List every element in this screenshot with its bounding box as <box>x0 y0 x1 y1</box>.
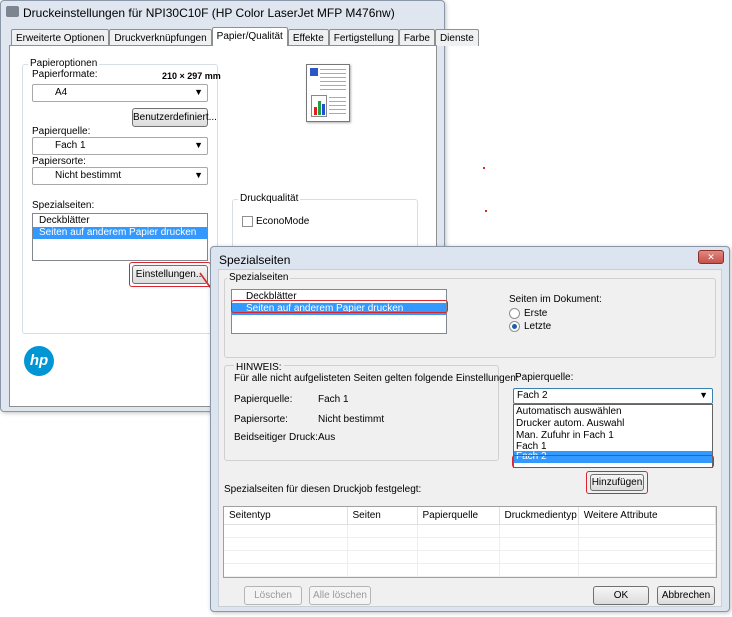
chevron-down-icon: ▼ <box>194 140 203 150</box>
option-auto-select[interactable]: Automatisch auswählen <box>514 406 712 418</box>
decorative-dot <box>483 167 485 169</box>
tab-strip: Erweiterte Optionen Druckverknüpfungen P… <box>11 27 479 46</box>
paper-type-select[interactable]: Nicht bestimmt ▼ <box>32 167 208 185</box>
custom-size-button[interactable]: Benutzerdefiniert... <box>132 108 217 127</box>
table-row <box>224 537 717 551</box>
tab-advanced[interactable]: Erweiterte Optionen <box>11 29 110 46</box>
dialog-titlebar: Spezialseiten <box>211 247 729 271</box>
close-icon: ✕ <box>707 252 715 262</box>
hp-logo-text: hp <box>29 352 49 369</box>
ok-button[interactable]: OK <box>593 586 649 605</box>
hint-title: HINWEIS: <box>234 362 284 373</box>
radio-first-label: Erste <box>524 308 548 319</box>
paper-formats-label: Papierformate: <box>32 69 98 80</box>
col-pages[interactable]: Seiten <box>347 507 418 525</box>
option-tray-1[interactable]: Fach 1 <box>514 442 712 452</box>
preview-text-lines <box>320 69 346 93</box>
list-item-cover-pages[interactable]: Deckblätter <box>33 215 207 227</box>
tab-effects[interactable]: Effekte <box>287 29 329 46</box>
option-printer-auto[interactable]: Drucker autom. Auswahl <box>514 418 712 430</box>
paper-type-label: Papiersorte: <box>32 156 86 167</box>
table-row <box>224 550 717 564</box>
hint-row-value: Fach 1 <box>318 394 349 405</box>
paper-type-value: Nicht bestimmt <box>55 170 122 181</box>
col-other-attrs[interactable]: Weitere Attribute <box>578 507 717 525</box>
dialog-title: Spezialseiten <box>219 253 291 267</box>
col-media-type[interactable]: Druckmedientyp <box>499 507 579 525</box>
preview-text-lines-2 <box>329 97 346 117</box>
dialog-source-label: Papierquelle: <box>515 372 574 383</box>
special-pages-label: Spezialseiten: <box>32 200 95 211</box>
list-selection-highlight <box>231 300 448 313</box>
table-header-row: Seitentyp Seiten Papierquelle Druckmedie… <box>224 507 717 525</box>
tab-paper-quality[interactable]: Papier/Qualität <box>211 27 288 46</box>
page-preview <box>306 64 350 122</box>
print-settings-titlebar: Druckeinstellungen für NPI30C10F (HP Col… <box>1 1 444 25</box>
dialog-source-select[interactable]: Fach 2 ▼ <box>513 388 713 404</box>
hint-row-label: Papiersorte: <box>234 414 288 425</box>
table-row <box>224 524 717 538</box>
preview-letter-icon <box>310 68 318 76</box>
paper-format-value: A4 <box>55 87 68 98</box>
radio-first[interactable] <box>509 308 520 319</box>
window-title: Druckeinstellungen für NPI30C10F (HP Col… <box>23 6 395 20</box>
tray-2-highlight <box>512 455 714 468</box>
paper-options-label: Papieroptionen <box>28 58 100 69</box>
hint-text: Für alle nicht aufgelisteten Seiten gelt… <box>234 373 519 384</box>
radio-last[interactable] <box>509 321 520 332</box>
col-page-type[interactable]: Seitentyp <box>224 507 348 525</box>
table-label: Spezialseiten für diesen Druckjob festge… <box>224 484 422 495</box>
chevron-down-icon: ▼ <box>194 87 203 97</box>
col-paper-source[interactable]: Papierquelle <box>417 507 500 525</box>
special-pages-table: Seitentyp Seiten Papierquelle Druckmedie… <box>223 506 717 578</box>
paper-options-group <box>22 64 218 334</box>
printer-icon <box>6 6 19 17</box>
add-button-highlight <box>586 471 648 494</box>
tab-services[interactable]: Dienste <box>434 29 479 46</box>
tab-color[interactable]: Farbe <box>398 29 435 46</box>
radio-last-label: Letzte <box>524 321 552 332</box>
pages-in-document-label: Seiten im Dokument: <box>509 294 602 305</box>
tab-finishing[interactable]: Fertigstellung <box>328 29 399 46</box>
paper-size-text: 210 × 297 mm <box>162 71 221 81</box>
print-quality-label: Druckqualität <box>238 193 301 204</box>
delete-button[interactable]: Löschen <box>244 586 302 605</box>
paper-source-value: Fach 1 <box>55 140 86 151</box>
hp-logo: hp <box>24 346 54 376</box>
economode-checkbox[interactable] <box>242 216 253 227</box>
special-pages-group-label: Spezialseiten <box>227 272 291 283</box>
paper-source-label: Papierquelle: <box>32 126 91 137</box>
dialog-body: Spezialseiten Deckblätter Seiten auf and… <box>218 269 722 607</box>
economode-label: EconoMode <box>256 216 310 227</box>
hint-row-value: Aus <box>318 432 336 443</box>
special-pages-dialog: Spezialseiten ✕ Spezialseiten Deckblätte… <box>210 246 730 612</box>
dialog-source-value: Fach 2 <box>517 390 548 401</box>
delete-all-button[interactable]: Alle löschen <box>309 586 371 605</box>
hint-row-value: Nicht bestimmt <box>318 414 385 425</box>
close-button[interactable]: ✕ <box>698 250 724 264</box>
paper-format-select[interactable]: A4 ▼ <box>32 84 208 102</box>
hint-row-label: Papierquelle: <box>234 394 293 405</box>
paper-source-select[interactable]: Fach 1 ▼ <box>32 137 208 155</box>
chevron-down-icon: ▼ <box>699 390 708 400</box>
cancel-button[interactable]: Abbrechen <box>657 586 715 605</box>
tab-shortcuts[interactable]: Druckverknüpfungen <box>109 29 212 46</box>
table-grid: Seitentyp Seiten Papierquelle Druckmedie… <box>224 507 717 577</box>
decorative-dot <box>485 210 487 212</box>
list-item-different-paper[interactable]: Seiten auf anderem Papier drucken <box>33 227 207 239</box>
table-row <box>224 563 717 577</box>
preview-chart-icon <box>311 95 327 117</box>
hint-row-label: Beidseitiger Druck: <box>234 432 318 443</box>
chevron-down-icon: ▼ <box>194 170 203 180</box>
special-pages-list[interactable]: Deckblätter Seiten auf anderem Papier dr… <box>32 213 208 261</box>
